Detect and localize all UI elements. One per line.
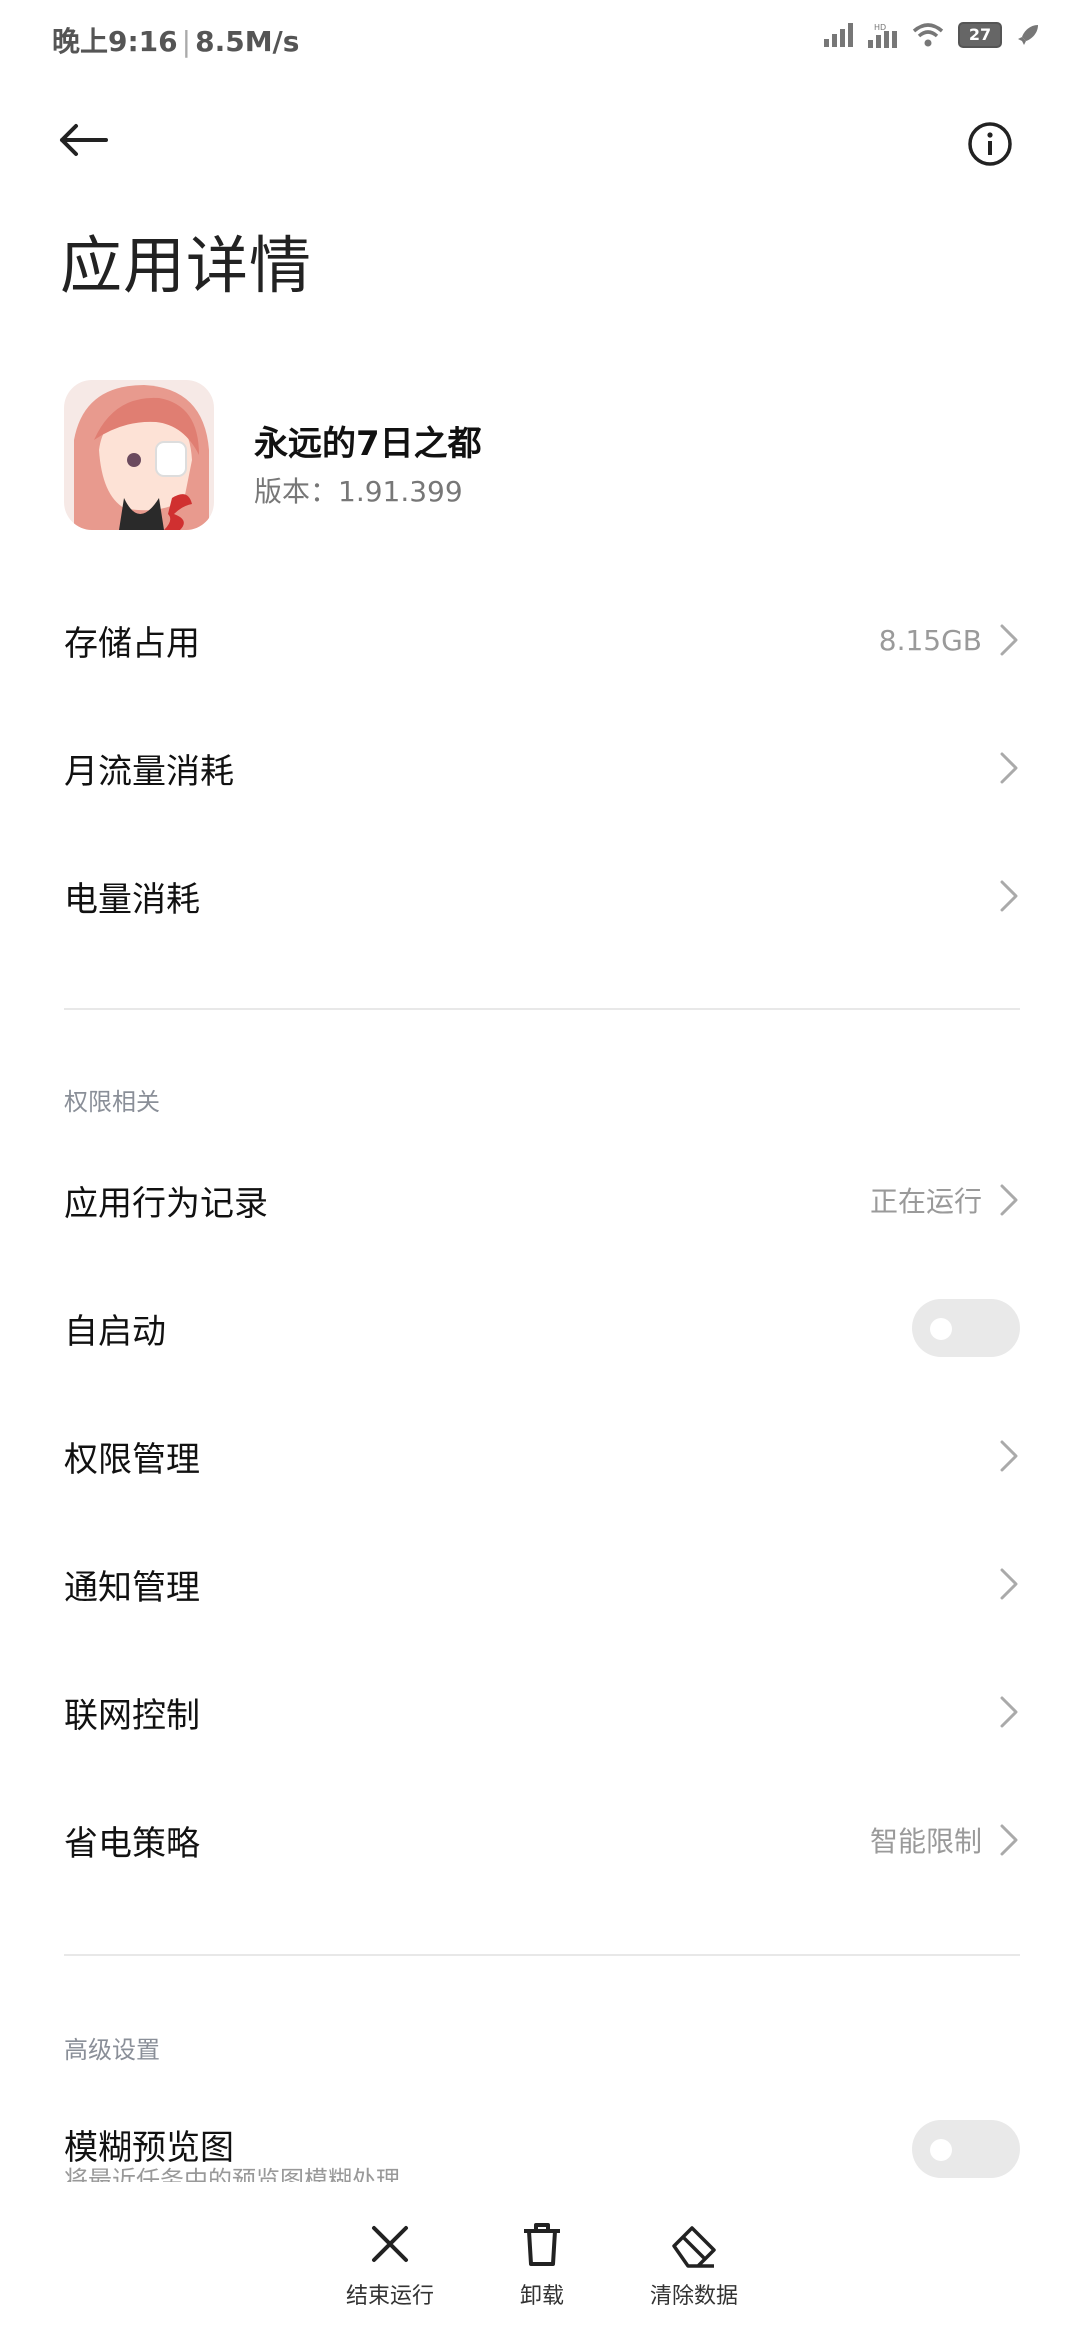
chevron-right-icon [1000,1696,1018,1728]
battery-usage-label: 电量消耗 [64,879,200,920]
clock: 晚上9:16 [52,25,178,58]
app-behavior-row[interactable]: 应用行为记录 正在运行 [64,1136,1020,1264]
status-separator: | [181,25,192,58]
app-behavior-label: 应用行为记录 [64,1183,268,1224]
permission-management-row[interactable]: 权限管理 [64,1392,1020,1520]
arrow-left-icon [60,124,108,156]
network-speed: 8.5M/s [195,25,300,58]
app-name: 永远的7日之都 [254,424,482,464]
force-stop-button[interactable]: 结束运行 [310,2220,470,2310]
toggle-knob [930,1318,952,1340]
blur-preview-toggle[interactable] [912,2120,1020,2178]
uninstall-button[interactable]: 卸载 [462,2220,622,2310]
power-saving-row[interactable]: 省电策略 智能限制 [64,1776,1020,1904]
blur-preview-description: 将最近任务中的预览图模糊处理 [64,2166,400,2182]
autostart-row: 自启动 [64,1264,1020,1392]
chevron-right-icon [1000,1440,1018,1472]
uninstall-label: 卸载 [519,2284,564,2309]
chevron-right-icon [1000,880,1018,912]
network-control-label: 联网控制 [64,1695,200,1736]
back-button[interactable] [56,120,126,190]
power-saving-label: 省电策略 [64,1823,200,1864]
permission-management-label: 权限管理 [64,1439,200,1480]
divider [64,1008,1020,1010]
force-stop-label: 结束运行 [345,2284,434,2309]
section-title-advanced: 高级设置 [64,2036,160,2064]
trash-icon [524,2223,560,2266]
info-icon [968,122,1012,166]
app-version: 版本：1.91.399 [254,475,463,508]
toggle-knob [930,2139,952,2161]
autostart-toggle[interactable] [912,1299,1020,1357]
close-icon [372,2226,408,2262]
battery-usage-row[interactable]: 电量消耗 [64,832,1020,960]
app-icon [64,380,214,530]
app-behavior-value: 正在运行 [869,1185,982,1218]
status-time: 晚上9:16 | 8.5M/s [52,20,299,60]
page-title: 应用详情 [60,229,313,302]
app-header: 永远的7日之都 版本：1.91.399 [64,380,1024,540]
data-usage-label: 月流量消耗 [64,751,234,792]
chevron-right-icon [1000,1824,1018,1856]
rocket-icon [1018,25,1038,45]
storage-row[interactable]: 存储占用 8.15GB [64,576,1020,704]
clear-data-button[interactable]: 清除数据 [614,2220,774,2310]
eraser-icon [672,2226,716,2268]
bottom-action-bar: 结束运行 卸载 清除数据 [0,2190,1080,2340]
storage-value: 8.15GB [878,623,982,657]
info-button[interactable] [966,120,1036,190]
clear-data-label: 清除数据 [649,2284,738,2309]
svg-text:HD: HD [874,23,886,32]
chevron-right-icon [1000,624,1018,656]
status-bar: 晚上9:16 | 8.5M/s HD 27 [0,0,1080,80]
chevron-right-icon [1000,752,1018,784]
storage-label: 存储占用 [64,623,200,664]
status-icons: HD 27 [824,22,1040,48]
notification-management-label: 通知管理 [64,1567,200,1608]
notification-management-row[interactable]: 通知管理 [64,1520,1020,1648]
network-control-row[interactable]: 联网控制 [64,1648,1020,1776]
divider [64,1954,1020,1956]
signal-icon [824,23,853,47]
power-saving-value: 智能限制 [869,1825,982,1858]
chevron-right-icon [1000,1184,1018,1216]
battery-indicator: 27 [958,22,1002,48]
data-usage-row[interactable]: 月流量消耗 [64,704,1020,832]
chevron-right-icon [1000,1568,1018,1600]
signal-hd-icon: HD [868,23,897,48]
autostart-label: 自启动 [64,1311,166,1352]
section-title-permissions: 权限相关 [64,1088,160,1116]
wifi-icon [912,23,944,47]
top-navigation [0,100,1080,190]
